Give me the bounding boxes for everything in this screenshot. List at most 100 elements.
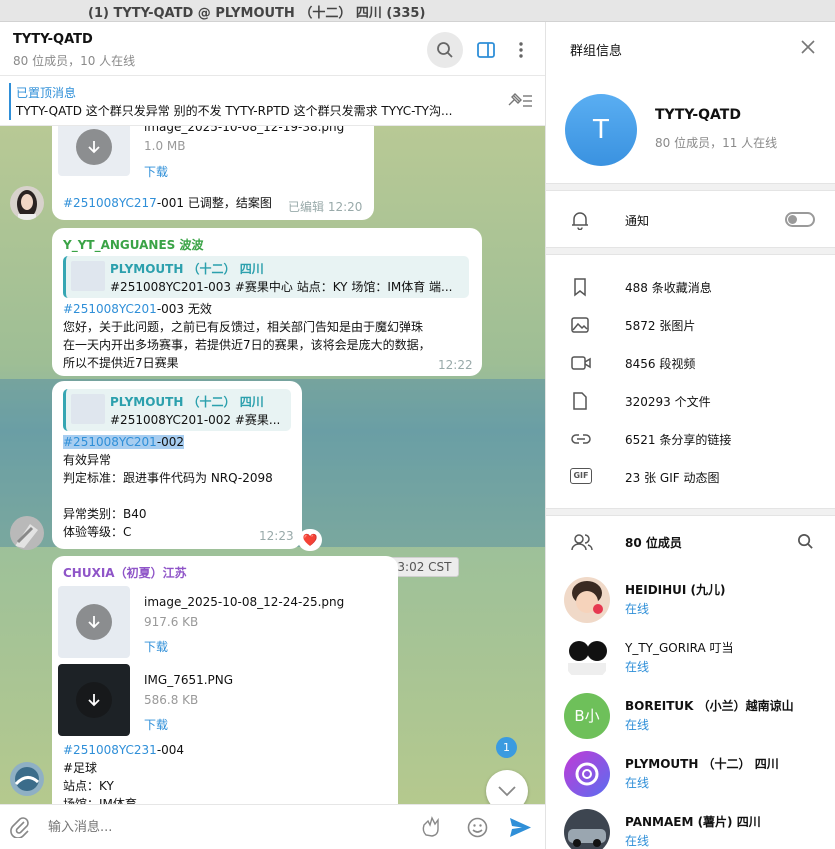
file-name: IMG_7651.PNG [144,673,234,687]
message-body-line: 您好，关于此问题，之前已有反馈过，相关部门告知是由于魔幻弹珠 [63,320,424,334]
group-name: TYTY-QATD [655,107,741,123]
message-text: #251008YC217-001 已调整，结案图 [63,194,272,212]
download-link[interactable]: 下载 [144,716,168,733]
paperclip-icon [10,817,29,839]
hashtag-link[interactable]: #251008YC201 [63,435,157,449]
pin-list-icon [508,93,532,107]
hashtag-link[interactable]: #251008YC231 [63,743,157,757]
photo-icon [571,317,589,333]
message-body-line: 场馆：IM体育 [63,797,137,804]
download-link[interactable]: 下载 [144,638,168,655]
file-name: image_2025-10-08_12-24-25.png [144,595,345,609]
sender-name[interactable]: Y_YT_ANGUANES 波波 [63,236,203,253]
section-divider [546,247,835,255]
toggle-sidebar-button[interactable] [468,32,504,68]
chat-title[interactable]: TYTY-QATD [13,32,93,47]
message-bubble[interactable]: image_2025-10-08_12-19-38.png 1.0 MB 下载 … [52,126,374,220]
message-list[interactable]: image_2025-10-08_12-19-38.png 1.0 MB 下载 … [0,126,545,804]
stat-row-files[interactable]: 320293 个文件 [546,381,835,419]
smile-icon [467,817,488,838]
stat-row-photos[interactable]: 5872 张图片 [546,305,835,343]
notifications-toggle[interactable] [785,212,815,227]
search-button[interactable] [427,32,463,68]
reply-thumbnail [71,394,105,424]
member-search-button[interactable] [797,533,814,553]
chat-member-count: 80 位成员，10 人在线 [13,54,136,68]
chevron-down-icon [498,786,516,797]
window-titlebar: (1) TYTY-QATD @ PLYMOUTH （十二） 四川 (335) [0,0,835,22]
download-overlay[interactable] [76,129,112,165]
member-item[interactable]: HEIDIHUI (九儿) 在线 [546,577,835,635]
hashtag-link[interactable]: #251008YC201 [63,302,157,316]
pinned-accent-bar [9,83,11,120]
file-name: image_2025-10-08_12-19-38.png [144,126,345,134]
stat-label: 320293 个文件 [625,395,711,409]
hashtag-link[interactable]: #足球 [63,759,97,777]
stat-label: 8456 段视频 [625,357,696,371]
selected-text: #251008YC201-002 [63,435,185,449]
avatar[interactable] [10,186,44,220]
message-bubble[interactable]: Y_YT_ANGUANES 波波 PLYMOUTH （十二） 四川 #25100… [52,228,482,376]
stat-label: 5872 张图片 [625,319,696,333]
more-menu-button[interactable] [503,32,539,68]
search-icon [798,534,813,549]
download-arrow-icon [88,141,100,154]
member-item[interactable]: Y_TY_GORIRA 叮当 在线 [546,635,835,693]
stat-row-saved[interactable]: 488 条收藏消息 [546,267,835,305]
video-icon [571,356,591,370]
hand-icon [422,816,439,837]
hashtag-link[interactable]: #251008YC217 [63,196,157,210]
message-text-suffix: -003 无效 [156,302,212,316]
group-avatar[interactable]: T [565,94,637,166]
member-avatar [564,751,610,797]
pinned-message[interactable]: 已置顶消息 TYTY-QATD 这个群只发异常 别的不发 TYTY-RPTD 这… [0,77,545,126]
message-input[interactable] [48,816,408,838]
file-size: 917.6 KB [144,615,199,629]
scroll-to-bottom-button[interactable] [486,770,528,804]
member-name: BOREITUK （小兰）越南谅山 [625,699,794,713]
send-button[interactable] [508,817,532,841]
sender-name[interactable]: CHUXIA（初夏）江苏 [63,564,187,581]
image-thumbnail[interactable] [58,664,130,736]
avatar[interactable] [10,762,44,796]
reply-text: #251008YC201-002 #赛果... [110,413,281,427]
download-overlay[interactable] [76,604,112,640]
download-link[interactable]: 下载 [144,163,168,180]
stat-row-videos[interactable]: 8456 段视频 [546,343,835,381]
member-name: PLYMOUTH （十二） 四川 [625,757,779,771]
group-member-count: 80 位成员，11 人在线 [655,136,778,150]
heart-reaction[interactable]: ❤️ [298,529,322,551]
panel-title: 群组信息 [570,44,623,59]
image-thumbnail[interactable] [58,126,130,176]
reply-preview[interactable]: PLYMOUTH （十二） 四川 #251008YC201-003 #赛果中心 … [63,256,469,298]
stat-row-links[interactable]: 6521 条分享的链接 [546,419,835,457]
member-avatar [564,809,610,849]
download-overlay[interactable] [76,682,112,718]
message-text-suffix: -004 [156,743,185,757]
member-avatar: B小 [564,693,610,739]
reply-preview[interactable]: PLYMOUTH （十二） 四川 #251008YC201-002 #赛果... [63,389,291,431]
group-info-panel: 群组信息 T TYTY-QATD 80 位成员，11 人在线 通知 488 条收… [545,22,835,849]
message-bubble[interactable]: CHUXIA（初夏）江苏 image_2025-10-08_12-24-25.p… [52,556,398,804]
pin-list-button[interactable] [506,91,534,112]
pinned-label: 已置顶消息 [16,86,77,100]
message-text: #251008YC201-002 [63,433,185,451]
members-header: 80 位成员 [546,522,835,560]
message-time: 12:22 [438,358,473,372]
message-text-body: -001 已调整，结案图 [156,196,272,210]
attach-button[interactable] [10,816,30,841]
message-bubble[interactable]: PLYMOUTH （十二） 四川 #251008YC201-002 #赛果...… [52,381,302,549]
image-thumbnail[interactable] [58,586,130,658]
member-item[interactable]: PLYMOUTH （十二） 四川 在线 [546,751,835,809]
bell-icon [572,212,588,230]
member-item[interactable]: B小 BOREITUK （小兰）越南谅山 在线 [546,693,835,751]
stat-row-gifs[interactable]: GIF 23 张 GIF 动态图 [546,457,835,495]
member-item[interactable]: PANMAEM (薯片) 四川 在线 [546,809,835,849]
bot-commands-button[interactable] [420,815,446,842]
emoji-button[interactable] [467,817,488,841]
message-body-line: 在一天内开出多场赛事，若提供近7日的赛果，该将会是庞大的数据， [63,338,431,352]
close-panel-button[interactable] [800,39,816,58]
avatar[interactable] [10,516,44,550]
unread-count-badge: 1 [496,737,517,758]
file-size: 1.0 MB [144,139,186,153]
